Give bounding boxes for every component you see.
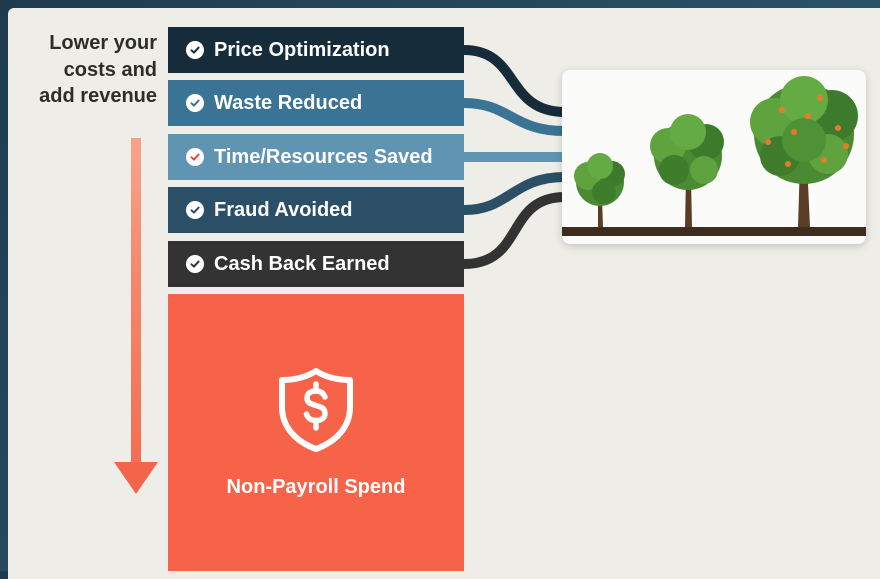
growing-trees-illustration [562,70,866,244]
connector-fraud-avoided [463,172,566,215]
